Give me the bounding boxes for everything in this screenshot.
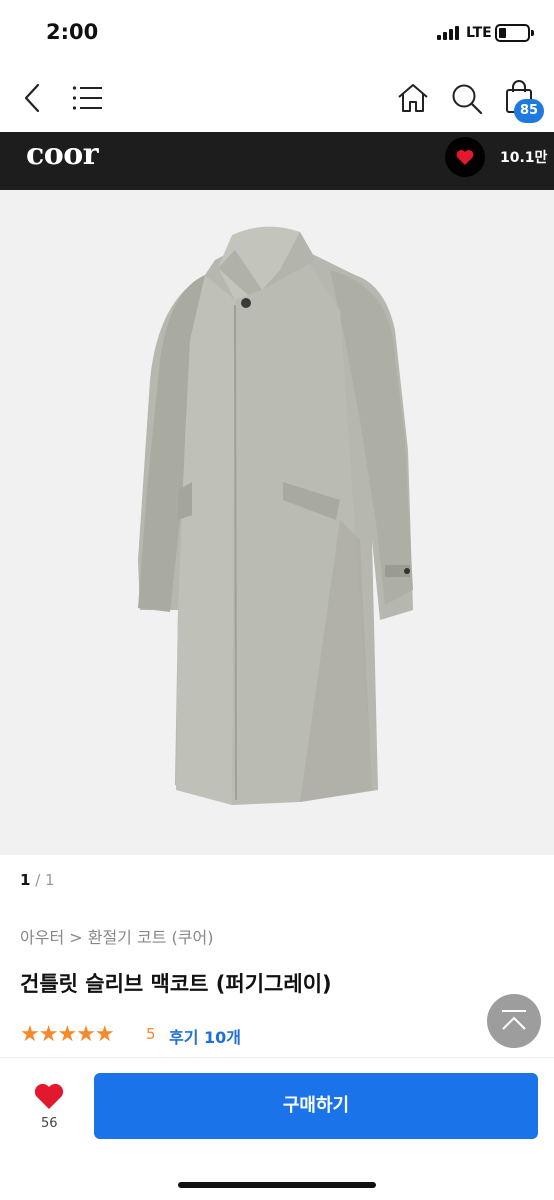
product-title: 건틀릿 슬리브 맥코트 (퍼기그레이) [20, 972, 332, 996]
brand-logo[interactable]: coor [26, 137, 99, 172]
scroll-top-button[interactable] [487, 994, 541, 1048]
pager-current: 1 [20, 871, 31, 889]
wish-heart-icon[interactable] [33, 1080, 65, 1110]
wish-count: 56 [41, 1116, 58, 1131]
brand-like-button[interactable] [445, 137, 485, 177]
brand-like-count: 10.1만 [500, 150, 548, 166]
buy-button[interactable]: 구매하기 [94, 1073, 538, 1139]
image-pager: 1 / 1 [20, 871, 55, 889]
signal-icon [437, 26, 461, 40]
arrow-up-icon [502, 1010, 526, 1030]
product-image[interactable] [0, 190, 554, 855]
rating-stars: ★★★★★ [20, 1022, 115, 1047]
network-label: LTE [466, 25, 492, 41]
review-count-link[interactable]: 후기 10개 [169, 1024, 241, 1048]
battery-icon [495, 24, 534, 42]
home-indicator [178, 1182, 376, 1188]
status-bar: 2:00 LTE [0, 0, 554, 64]
pager-total: / 1 [35, 871, 55, 889]
cart-count-badge[interactable]: 85 [514, 99, 544, 123]
home-icon[interactable] [397, 82, 429, 114]
menu-icon[interactable] [72, 85, 102, 111]
coat-image [138, 226, 413, 805]
category-breadcrumb[interactable]: 아우터 > 환절기 코트 (쿠어) [20, 924, 213, 948]
back-icon[interactable] [20, 82, 44, 114]
status-time: 2:00 [46, 20, 99, 44]
search-icon[interactable] [450, 82, 484, 116]
heart-icon [456, 150, 474, 165]
rating-value: 5 [146, 1025, 156, 1043]
